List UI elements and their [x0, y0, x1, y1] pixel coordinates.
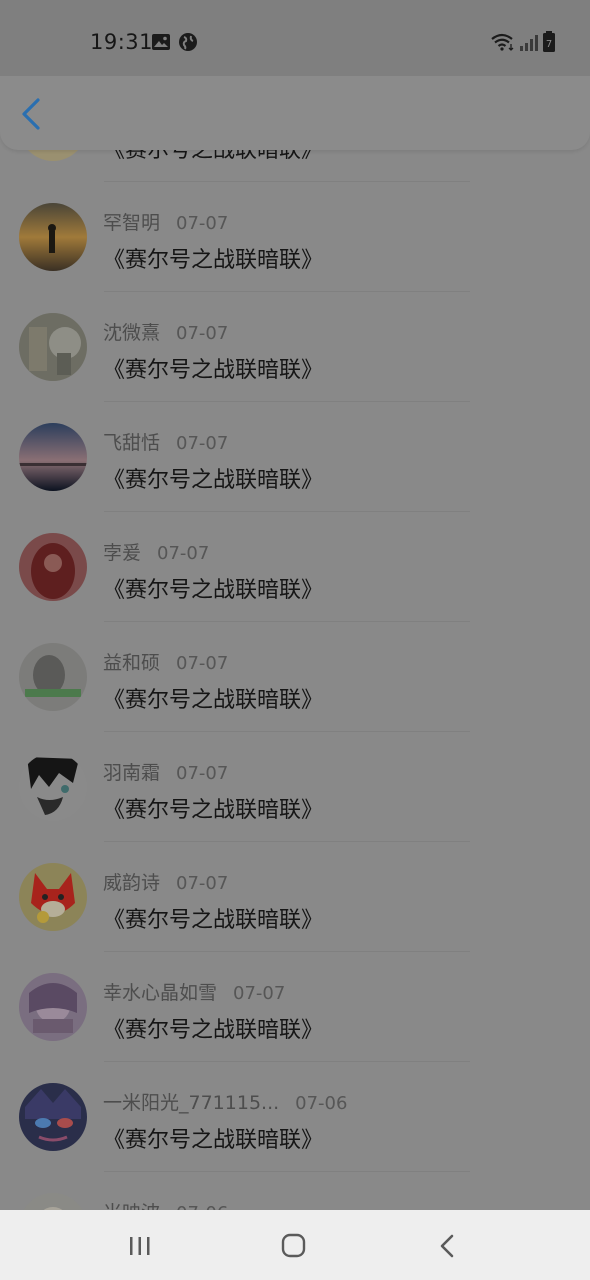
back-button[interactable]	[14, 94, 50, 134]
globe-icon	[178, 32, 198, 52]
chevron-left-icon	[22, 98, 40, 130]
gallery-icon	[151, 32, 171, 52]
list-item[interactable]: 威韵诗 07-07 《赛尔号之战联暗联》	[0, 842, 590, 952]
message-text: 《赛尔号之战联暗联》	[103, 248, 324, 273]
date: 07-07	[233, 983, 286, 1004]
home-icon	[281, 1233, 306, 1258]
avatar	[19, 533, 87, 601]
user-name: 幸水心晶如雪 07-07	[103, 982, 286, 1004]
date: 07-07	[176, 653, 229, 674]
user-name: 一米阳光_771115... 07-06	[103, 1092, 348, 1114]
date: 07-07	[176, 323, 229, 344]
avatar	[19, 1083, 87, 1151]
signal-icon	[519, 32, 539, 52]
back-nav-button[interactable]	[433, 1232, 463, 1260]
avatar	[19, 753, 87, 821]
avatar	[19, 423, 87, 491]
date: 07-07	[176, 433, 229, 454]
recent-apps-button[interactable]	[125, 1232, 155, 1260]
message-text: 《赛尔号之战联暗联》	[103, 1018, 324, 1043]
avatar	[19, 643, 87, 711]
user-name: 米映波07-06	[103, 1198, 228, 1210]
message-text: 《赛尔号之战联暗联》	[103, 578, 324, 603]
status-time: 19:31	[90, 30, 154, 54]
battery-icon: 7	[542, 30, 556, 54]
user-name: 飞甜恬 07-07	[103, 432, 229, 454]
list-item[interactable]: 益和硕 07-07 《赛尔号之战联暗联》	[0, 622, 590, 732]
list-item[interactable]: 米映波07-06	[0, 1172, 590, 1210]
avatar	[19, 203, 87, 271]
battery-level: 7	[546, 39, 552, 50]
user-name: 罕智明 07-07	[103, 212, 229, 234]
date: 07-07	[176, 213, 229, 234]
message-text: 《赛尔号之战联暗联》	[103, 1128, 324, 1153]
message-text: 《赛尔号之战联暗联》	[103, 468, 324, 493]
screen: 《赛尔号之战联暗联》 罕智明 07-07 《赛尔号之战联暗联》 沈微熹 07-0…	[0, 0, 590, 1280]
user-name: 孛爰 07-07	[103, 542, 210, 564]
list-item[interactable]: 罕智明 07-07 《赛尔号之战联暗联》	[0, 182, 590, 292]
list-item[interactable]: 羽南霜 07-07 《赛尔号之战联暗联》	[0, 732, 590, 842]
date: 07-07	[176, 873, 229, 894]
app-header	[0, 76, 590, 150]
message-text: 《赛尔号之战联暗联》	[103, 688, 324, 713]
avatar	[19, 313, 87, 381]
wifi-icon	[490, 32, 516, 52]
avatar	[19, 1193, 87, 1210]
list-item[interactable]: 一米阳光_771115... 07-06 《赛尔号之战联暗联》	[0, 1062, 590, 1172]
date: 07-07	[176, 763, 229, 784]
date: 07-07	[157, 543, 210, 564]
list-item[interactable]: 幸水心晶如雪 07-07 《赛尔号之战联暗联》	[0, 952, 590, 1062]
user-name: 沈微熹 07-07	[103, 322, 229, 344]
user-name: 益和硕 07-07	[103, 652, 229, 674]
message-text: 《赛尔号之战联暗联》	[103, 358, 324, 383]
user-name: 羽南霜 07-07	[103, 762, 229, 784]
status-bar: 19:31 7	[0, 0, 590, 76]
list-item[interactable]: 沈微熹 07-07 《赛尔号之战联暗联》	[0, 292, 590, 402]
avatar	[19, 863, 87, 931]
message-text: 《赛尔号之战联暗联》	[103, 798, 324, 823]
list-item[interactable]: 飞甜恬 07-07 《赛尔号之战联暗联》	[0, 402, 590, 512]
avatar	[19, 973, 87, 1041]
back-nav-icon	[440, 1234, 454, 1258]
user-name: 威韵诗 07-07	[103, 872, 229, 894]
comment-list[interactable]: 《赛尔号之战联暗联》 罕智明 07-07 《赛尔号之战联暗联》 沈微熹 07-0…	[0, 0, 590, 1210]
date: 07-06	[295, 1093, 348, 1114]
list-item[interactable]: 孛爰 07-07 《赛尔号之战联暗联》	[0, 512, 590, 622]
date: 07-06	[176, 1203, 228, 1210]
system-nav-bar	[0, 1210, 590, 1280]
message-text: 《赛尔号之战联暗联》	[103, 908, 324, 933]
home-button[interactable]	[279, 1232, 309, 1260]
recent-apps-icon	[130, 1237, 150, 1255]
